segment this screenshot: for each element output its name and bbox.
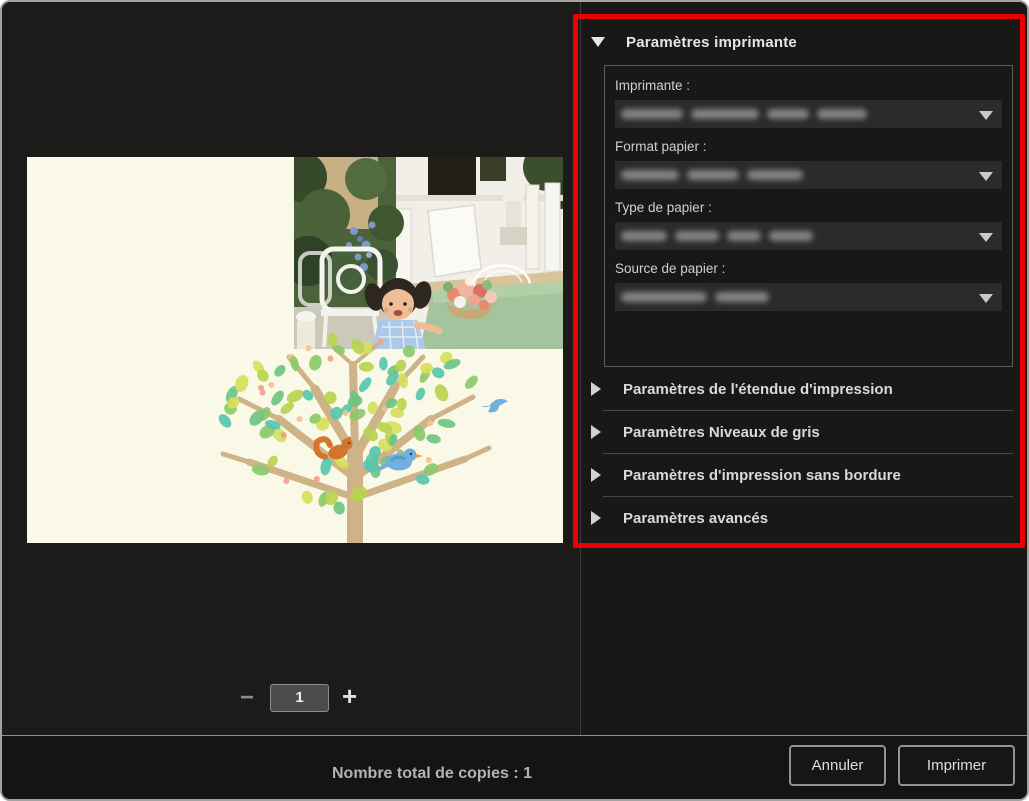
print-button[interactable]: Imprimer [898,745,1015,786]
triangle-expanded-icon [591,37,605,47]
copies-decrease-button[interactable]: − [240,686,254,710]
triangle-collapsed-icon [591,511,601,525]
triangle-collapsed-icon [591,468,601,482]
collapsed-sections: Paramètres de l'étendue d'impression Par… [587,368,1025,539]
printer-settings-group: Imprimante : Format papier : Type de pap… [604,65,1013,367]
paper-size-field-label: Format papier : [615,139,1002,154]
copies-input[interactable]: 1 [270,684,329,712]
section-header-grayscale-settings[interactable]: Paramètres Niveaux de gris [587,411,1025,453]
section-title: Paramètres imprimante [626,34,797,51]
print-preview-page [27,157,563,543]
dropdown-arrow-icon [979,294,993,303]
printer-dropdown[interactable] [615,100,1002,128]
triangle-collapsed-icon [591,382,601,396]
section-header-borderless-settings[interactable]: Paramètres d'impression sans bordure [587,454,1025,496]
dropdown-arrow-icon [979,233,993,242]
copies-increase-button[interactable]: + [342,683,357,709]
print-preview-area: − 1 + [2,2,580,735]
printer-field-label: Imprimante : [615,78,1002,93]
section-header-print-area-settings[interactable]: Paramètres de l'étendue d'impression [587,368,1025,410]
flying-bird [481,399,508,413]
preview-tree-illustration [27,157,563,543]
section-header-printer-settings[interactable]: Paramètres imprimante [591,30,797,54]
paper-type-field-label: Type de papier : [615,200,1002,215]
total-copies-label: Nombre total de copies : 1 [332,765,532,783]
dropdown-arrow-icon [979,172,993,181]
section-header-advanced-settings[interactable]: Paramètres avancés [587,497,1025,539]
paper-source-dropdown[interactable] [615,283,1002,311]
print-settings-panel: Paramètres imprimante Imprimante : Forma… [580,2,1029,735]
print-dialog: − 1 + Paramètres imprimante Imprimante :… [0,0,1029,801]
cancel-button[interactable]: Annuler [789,745,886,786]
paper-source-field-label: Source de papier : [615,261,1002,276]
dropdown-arrow-icon [979,111,993,120]
paper-type-dropdown[interactable] [615,222,1002,250]
triangle-collapsed-icon [591,425,601,439]
copies-stepper: − 1 + [232,678,372,718]
paper-size-dropdown[interactable] [615,161,1002,189]
dialog-footer: Nombre total de copies : 1 Annuler Impri… [2,735,1029,801]
